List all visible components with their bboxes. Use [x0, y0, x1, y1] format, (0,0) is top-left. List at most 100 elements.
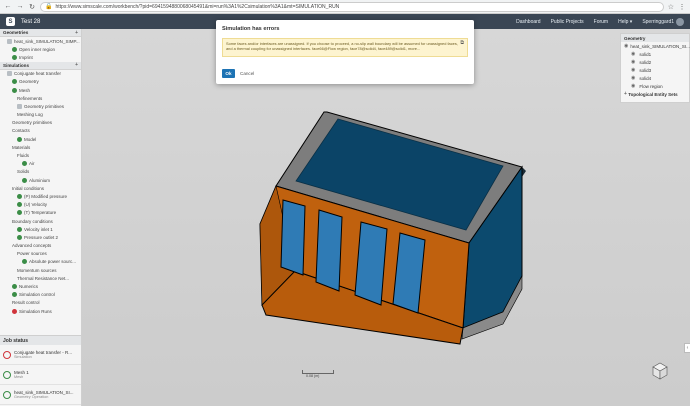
tree-item[interactable]: Meshing Log	[0, 111, 81, 119]
tree-item[interactable]: Open inner region	[0, 45, 81, 53]
nav-help[interactable]: Help ▾	[618, 19, 632, 25]
tree-item[interactable]: Model	[0, 135, 81, 143]
job-text: heat_sink_SIMULATION_SI... Geometry Opera…	[14, 390, 73, 399]
tree-item[interactable]: Absolute power sourc...	[0, 258, 81, 266]
tree-item[interactable]: Momentum sources	[0, 266, 81, 274]
job-item[interactable]: heat_sink_SIMULATION_SI... Geometry Opera…	[0, 385, 81, 405]
heat-sink-model[interactable]	[82, 29, 690, 406]
simulation-tree: Geometries + heat_sink_SIMULATION_SIMP... O…	[0, 29, 82, 335]
tree-item[interactable]: Materials	[0, 143, 81, 151]
simscale-logo-icon[interactable]: S	[6, 17, 15, 26]
tree-item[interactable]: Fluids	[0, 151, 81, 159]
geometry-section-title[interactable]: Geometry	[621, 34, 689, 42]
plus-icon[interactable]: +	[75, 30, 78, 36]
expand-panel-icon[interactable]: ‹	[684, 343, 690, 353]
tree-item-label: (P) Modified pressure	[24, 193, 68, 199]
job-item[interactable]: Conjugate heat transfer - R... Simulation	[0, 345, 81, 365]
navigation-cube-icon[interactable]	[649, 359, 671, 381]
nav-forum[interactable]: Forum	[594, 19, 608, 25]
tree-item-label: Boundary conditions	[12, 218, 53, 224]
tree-item[interactable]: Geometry	[0, 78, 81, 86]
external-link-icon[interactable]: ⧉	[460, 40, 464, 46]
window-3[interactable]	[354, 221, 388, 306]
job-item[interactable]: Mesh 1 Mesh	[0, 365, 81, 385]
eye-icon[interactable]: ◉	[631, 51, 635, 57]
tree-item[interactable]: Conjugate heat transfer	[0, 70, 81, 78]
check-icon	[17, 210, 22, 216]
geometry-item[interactable]: ◉ solid4	[621, 74, 689, 82]
geometry-item[interactable]: ◉ solid2	[621, 58, 689, 66]
eye-icon[interactable]: ◉	[631, 83, 635, 89]
nav-dashboard[interactable]: Dashboard	[516, 19, 540, 25]
url-text: https://www.simscale.com/workbench/?pid=…	[55, 3, 340, 10]
cancel-button[interactable]: Cancel	[240, 69, 254, 78]
tree-item[interactable]: Numerics	[0, 282, 81, 290]
user-menu[interactable]: Sperringgard1	[642, 17, 684, 26]
forward-icon[interactable]: →	[16, 3, 24, 10]
3d-viewer[interactable]	[82, 29, 690, 406]
eye-icon[interactable]: ◉	[631, 67, 635, 73]
tree-item[interactable]: (T) Temperature	[0, 209, 81, 217]
tree-item[interactable]: heat_sink_SIMULATION_SIMP...	[0, 37, 81, 45]
tree-item[interactable]: Simulation Runs	[0, 307, 81, 315]
tree-item[interactable]: Geometry primitives	[0, 119, 81, 127]
bookmark-star-icon[interactable]: ☆	[668, 3, 674, 11]
tree-item[interactable]: Solids	[0, 168, 81, 176]
geometry-root-label: heat_sink_SIMULATION_SI...	[630, 43, 690, 49]
geometry-item-label: Flow region	[639, 83, 663, 89]
tree-item[interactable]: Pressure outlet 2	[0, 233, 81, 241]
topological-entity-sets-label: Topological Entity Sets	[628, 91, 678, 97]
tree-section-header[interactable]: Simulations +	[0, 61, 81, 70]
tree-item[interactable]: Simulation control	[0, 291, 81, 299]
tree-item[interactable]: Boundary conditions	[0, 217, 81, 225]
folder-icon	[7, 71, 12, 77]
tree-item[interactable]: Geometry primitives	[0, 102, 81, 110]
job-text: Conjugate heat transfer - R... Simulation	[14, 350, 72, 359]
eye-icon[interactable]: ◉	[631, 75, 635, 81]
geometry-root-row[interactable]: ◉ heat_sink_SIMULATION_SI...	[621, 42, 690, 50]
tree-item[interactable]: Result control	[0, 299, 81, 307]
dialog-message-text: Some faces and/or interfaces are unassig…	[226, 41, 458, 52]
tree-item[interactable]: Velocity inlet 1	[0, 225, 81, 233]
tree-item[interactable]: Imprint	[0, 53, 81, 61]
back-icon[interactable]: ←	[4, 3, 12, 10]
eye-icon[interactable]: ◉	[624, 43, 628, 49]
tree-item[interactable]: Thermal Resistance Net...	[0, 274, 81, 282]
geometry-section-label: Geometry	[624, 35, 646, 41]
tree-item[interactable]: Advanced concepts	[0, 242, 81, 250]
tree-item-label: Momentum sources	[17, 267, 57, 273]
geometry-item[interactable]: ◉ Flow region	[621, 82, 689, 90]
reload-icon[interactable]: ↻	[28, 3, 36, 11]
plus-icon[interactable]: +	[75, 62, 78, 68]
tree-item[interactable]: Aluminium	[0, 176, 81, 184]
check-icon	[17, 234, 22, 240]
error-dialog: Simulation has errors Some faces and/or …	[216, 20, 474, 84]
tree-section-header[interactable]: Geometries +	[0, 29, 81, 37]
ok-button[interactable]: Ok	[222, 69, 235, 78]
window-2[interactable]	[315, 209, 343, 292]
geometry-items: ◉ solid1 ◉ solid2 ◉ solid3 ◉ solid4 ◉ Flow region	[621, 50, 689, 90]
nav-public-projects[interactable]: Public Projects	[551, 19, 584, 25]
geometry-item[interactable]: ◉ solid3	[621, 66, 689, 74]
nav-help-label: Help	[618, 18, 629, 25]
job-text: Mesh 1 Mesh	[14, 370, 29, 379]
tree-item[interactable]: Refinements	[0, 94, 81, 102]
browser-menu-icon[interactable]: ⋮	[678, 3, 686, 11]
check-icon	[22, 259, 27, 265]
check-icon	[22, 177, 27, 183]
tree-item[interactable]: Initial conditions	[0, 184, 81, 192]
address-bar[interactable]: 🔒 https://www.simscale.com/workbench/?pi…	[40, 1, 664, 12]
topological-entity-sets-row[interactable]: + Topological Entity Sets	[621, 90, 689, 98]
dialog-title: Simulation has errors	[222, 26, 280, 32]
tree-item[interactable]: Mesh	[0, 86, 81, 94]
plus-icon[interactable]: +	[624, 91, 627, 97]
window-1[interactable]	[280, 199, 306, 276]
job-error-icon	[3, 350, 11, 359]
geometry-item[interactable]: ◉ solid1	[621, 50, 689, 58]
eye-icon[interactable]: ◉	[631, 59, 635, 65]
tree-item[interactable]: Contacts	[0, 127, 81, 135]
tree-item[interactable]: (U) Velocity	[0, 201, 81, 209]
tree-item[interactable]: Power sources	[0, 250, 81, 258]
tree-item[interactable]: Air	[0, 160, 81, 168]
tree-item[interactable]: (P) Modified pressure	[0, 192, 81, 200]
